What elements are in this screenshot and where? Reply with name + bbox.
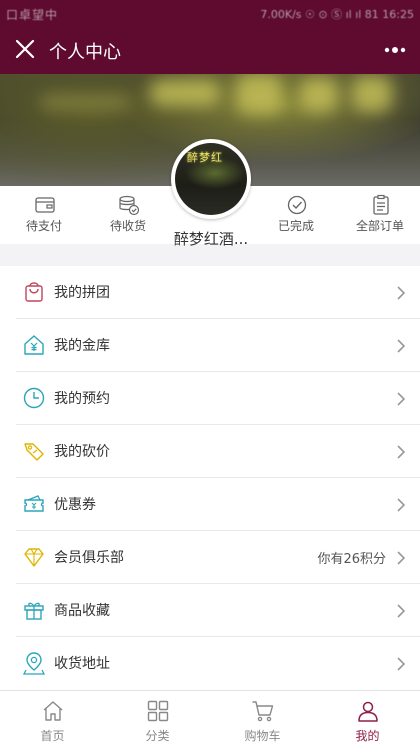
menu-label: 优惠券	[54, 497, 96, 513]
nav-bar: 个人中心	[0, 26, 420, 74]
chevron-right-icon	[397, 392, 406, 406]
menu-label: 我的拼团	[54, 285, 110, 301]
tab-label: 购物车	[244, 729, 281, 743]
home-icon	[43, 701, 63, 721]
more-dots-icon[interactable]	[384, 39, 406, 61]
tab-label: 首页	[40, 729, 65, 743]
menu-label: 我的砍价	[54, 444, 110, 460]
yuan-house-icon	[24, 335, 44, 355]
user-nickname[interactable]: 醉梦红酒...	[150, 228, 272, 249]
avatar-sign-text: 醉梦红	[187, 151, 223, 164]
check-circle-icon	[287, 195, 307, 215]
tab-cart[interactable]: 购物车	[210, 691, 315, 747]
menu-item-coupons[interactable]: 优惠券	[16, 478, 420, 531]
order-pending-payment[interactable]: 待支付	[2, 186, 86, 244]
chevron-right-icon	[397, 286, 406, 300]
cart-icon	[252, 701, 274, 722]
profile-menu: 我的拼团 我的金库 我的预约 我的砍价 优惠券 会员俱乐部 你有26积分 商品收…	[0, 266, 420, 690]
menu-item-member-club[interactable]: 会员俱乐部 你有26积分	[16, 531, 420, 584]
tab-mine[interactable]: 我的	[315, 691, 420, 747]
avatar[interactable]: 醉梦红	[175, 143, 247, 215]
chevron-right-icon	[397, 339, 406, 353]
grid-icon	[147, 700, 169, 722]
status-bar: 口卓望中 7.00K/s ☉ ⊙ Ⓢ ıl ıl 81 16:25	[0, 0, 420, 26]
menu-item-favorites[interactable]: 商品收藏	[16, 584, 420, 637]
menu-label: 收货地址	[54, 656, 110, 672]
menu-item-bargain[interactable]: 我的砍价	[16, 425, 420, 478]
location-pin-icon	[22, 652, 46, 675]
coupon-icon	[24, 495, 44, 512]
gift-icon	[24, 602, 44, 620]
menu-item-address[interactable]: 收货地址	[16, 637, 420, 690]
tab-label: 分类	[145, 729, 170, 743]
chevron-right-icon	[397, 604, 406, 618]
menu-item-reservation[interactable]: 我的预约	[16, 372, 420, 425]
diamond-icon	[24, 548, 44, 567]
chevron-right-icon	[397, 445, 406, 459]
close-icon[interactable]	[14, 38, 36, 60]
menu-label: 商品收藏	[54, 603, 110, 619]
status-bar-right: 7.00K/s ☉ ⊙ Ⓢ ıl ıl 81 16:25	[260, 8, 414, 21]
tab-category[interactable]: 分类	[105, 691, 210, 747]
coins-check-icon	[119, 195, 140, 216]
page-title: 个人中心	[49, 42, 121, 63]
clipboard-icon	[373, 194, 389, 215]
status-bar-left: 口卓望中	[6, 8, 59, 22]
tab-label: 我的	[355, 729, 380, 743]
tab-home[interactable]: 首页	[0, 691, 105, 747]
order-label: 待支付	[25, 219, 62, 233]
menu-label: 我的金库	[54, 338, 110, 354]
order-all[interactable]: 全部订单	[338, 186, 420, 244]
menu-label: 我的预约	[54, 391, 110, 407]
menu-label: 会员俱乐部	[54, 550, 124, 566]
chevron-right-icon	[397, 551, 406, 565]
chevron-right-icon	[397, 657, 406, 671]
wallet-icon	[35, 197, 55, 213]
price-tag-icon	[24, 443, 44, 461]
shopping-bag-icon	[25, 282, 43, 302]
order-label: 全部订单	[355, 219, 404, 233]
menu-item-vault[interactable]: 我的金库	[16, 319, 420, 372]
points-balance: 你有26积分	[317, 552, 386, 567]
clock-icon	[23, 387, 45, 409]
chevron-right-icon	[397, 498, 406, 512]
person-icon	[358, 701, 378, 722]
menu-item-group-buy[interactable]: 我的拼团	[16, 266, 420, 319]
bottom-tab-bar: 首页 分类 购物车 我的	[0, 690, 420, 747]
